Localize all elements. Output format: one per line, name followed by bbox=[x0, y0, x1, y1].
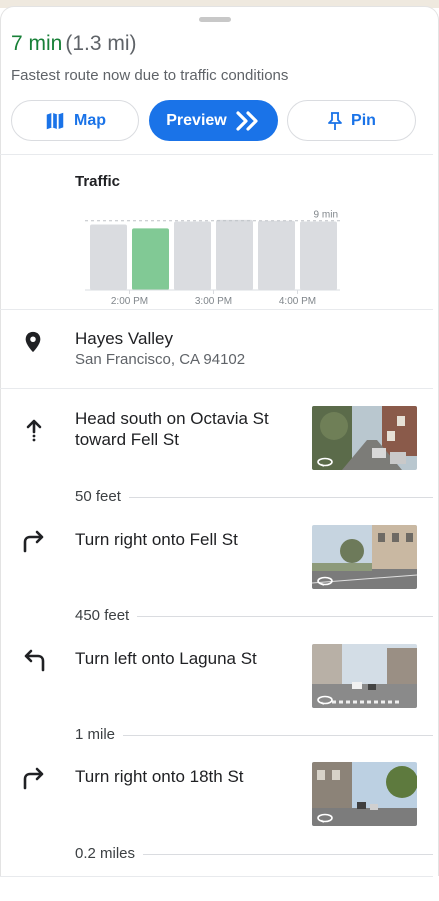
double-chevron-right-icon bbox=[236, 110, 258, 131]
origin-name: Hayes Valley bbox=[75, 329, 173, 348]
traffic-bar bbox=[258, 220, 295, 290]
map-button[interactable]: Map bbox=[11, 100, 139, 141]
section-divider bbox=[0, 154, 433, 155]
map-icon bbox=[46, 112, 64, 129]
traffic-bar bbox=[174, 221, 211, 290]
turn-right-icon bbox=[23, 530, 44, 553]
traffic-tick-label: 4:00 PM bbox=[279, 296, 316, 305]
step-instruction[interactable]: Turn right onto 18th St bbox=[75, 766, 305, 787]
street-view-thumbnail[interactable] bbox=[312, 525, 417, 589]
origin-address: San Francisco, CA 94102 bbox=[75, 351, 246, 368]
section-divider bbox=[0, 309, 433, 310]
traffic-chart: 9 min 2:00 PM 3:00 PM 4:00 PM bbox=[85, 210, 340, 305]
street-view-360-icon bbox=[317, 695, 333, 705]
preview-button[interactable]: Preview bbox=[149, 100, 278, 141]
traffic-bar-current bbox=[132, 228, 169, 290]
traffic-tick-label: 3:00 PM bbox=[195, 296, 232, 305]
step-instruction[interactable]: Head south on Octavia St toward Fell St bbox=[75, 408, 305, 450]
step-distance-rule bbox=[75, 735, 433, 736]
pushpin-icon bbox=[328, 111, 342, 130]
traffic-bar bbox=[216, 219, 253, 290]
traffic-bar bbox=[300, 221, 337, 290]
traffic-bar bbox=[90, 224, 127, 290]
pin-button-label: Pin bbox=[351, 111, 376, 129]
street-view-thumbnail[interactable] bbox=[312, 644, 417, 708]
street-view-360-icon bbox=[317, 813, 333, 823]
traffic-tick-label: 2:00 PM bbox=[111, 296, 148, 305]
route-note: Fastest route now due to traffic conditi… bbox=[11, 67, 289, 84]
turn-left-icon bbox=[24, 649, 45, 672]
preview-button-label: Preview bbox=[166, 111, 227, 129]
pin-button[interactable]: Pin bbox=[287, 100, 416, 141]
traffic-reference-label: 9 min bbox=[314, 210, 338, 221]
section-divider bbox=[0, 388, 433, 389]
eta-time: 7 min bbox=[11, 32, 63, 55]
traffic-title: Traffic bbox=[75, 173, 121, 190]
step-distance: 450 feet bbox=[75, 607, 138, 624]
eta-distance: (1.3 mi) bbox=[65, 32, 137, 55]
drag-handle[interactable] bbox=[199, 17, 231, 22]
street-view-thumbnail[interactable] bbox=[312, 762, 417, 826]
section-divider bbox=[0, 876, 433, 877]
street-view-360-icon bbox=[317, 576, 333, 586]
step-distance: 50 feet bbox=[75, 488, 129, 505]
step-instruction[interactable]: Turn right onto Fell St bbox=[75, 529, 305, 550]
street-view-thumbnail[interactable] bbox=[312, 406, 417, 470]
location-pin-icon bbox=[25, 331, 41, 353]
street-view-360-icon bbox=[317, 457, 333, 467]
step-instruction[interactable]: Turn left onto Laguna St bbox=[75, 648, 305, 669]
route-eta: 7 min (1.3 mi) bbox=[11, 31, 137, 57]
step-distance: 1 mile bbox=[75, 726, 124, 743]
turn-right-icon bbox=[23, 767, 44, 790]
straight-arrow-icon bbox=[26, 419, 42, 442]
step-distance: 0.2 miles bbox=[75, 845, 144, 862]
map-button-label: Map bbox=[74, 111, 106, 129]
